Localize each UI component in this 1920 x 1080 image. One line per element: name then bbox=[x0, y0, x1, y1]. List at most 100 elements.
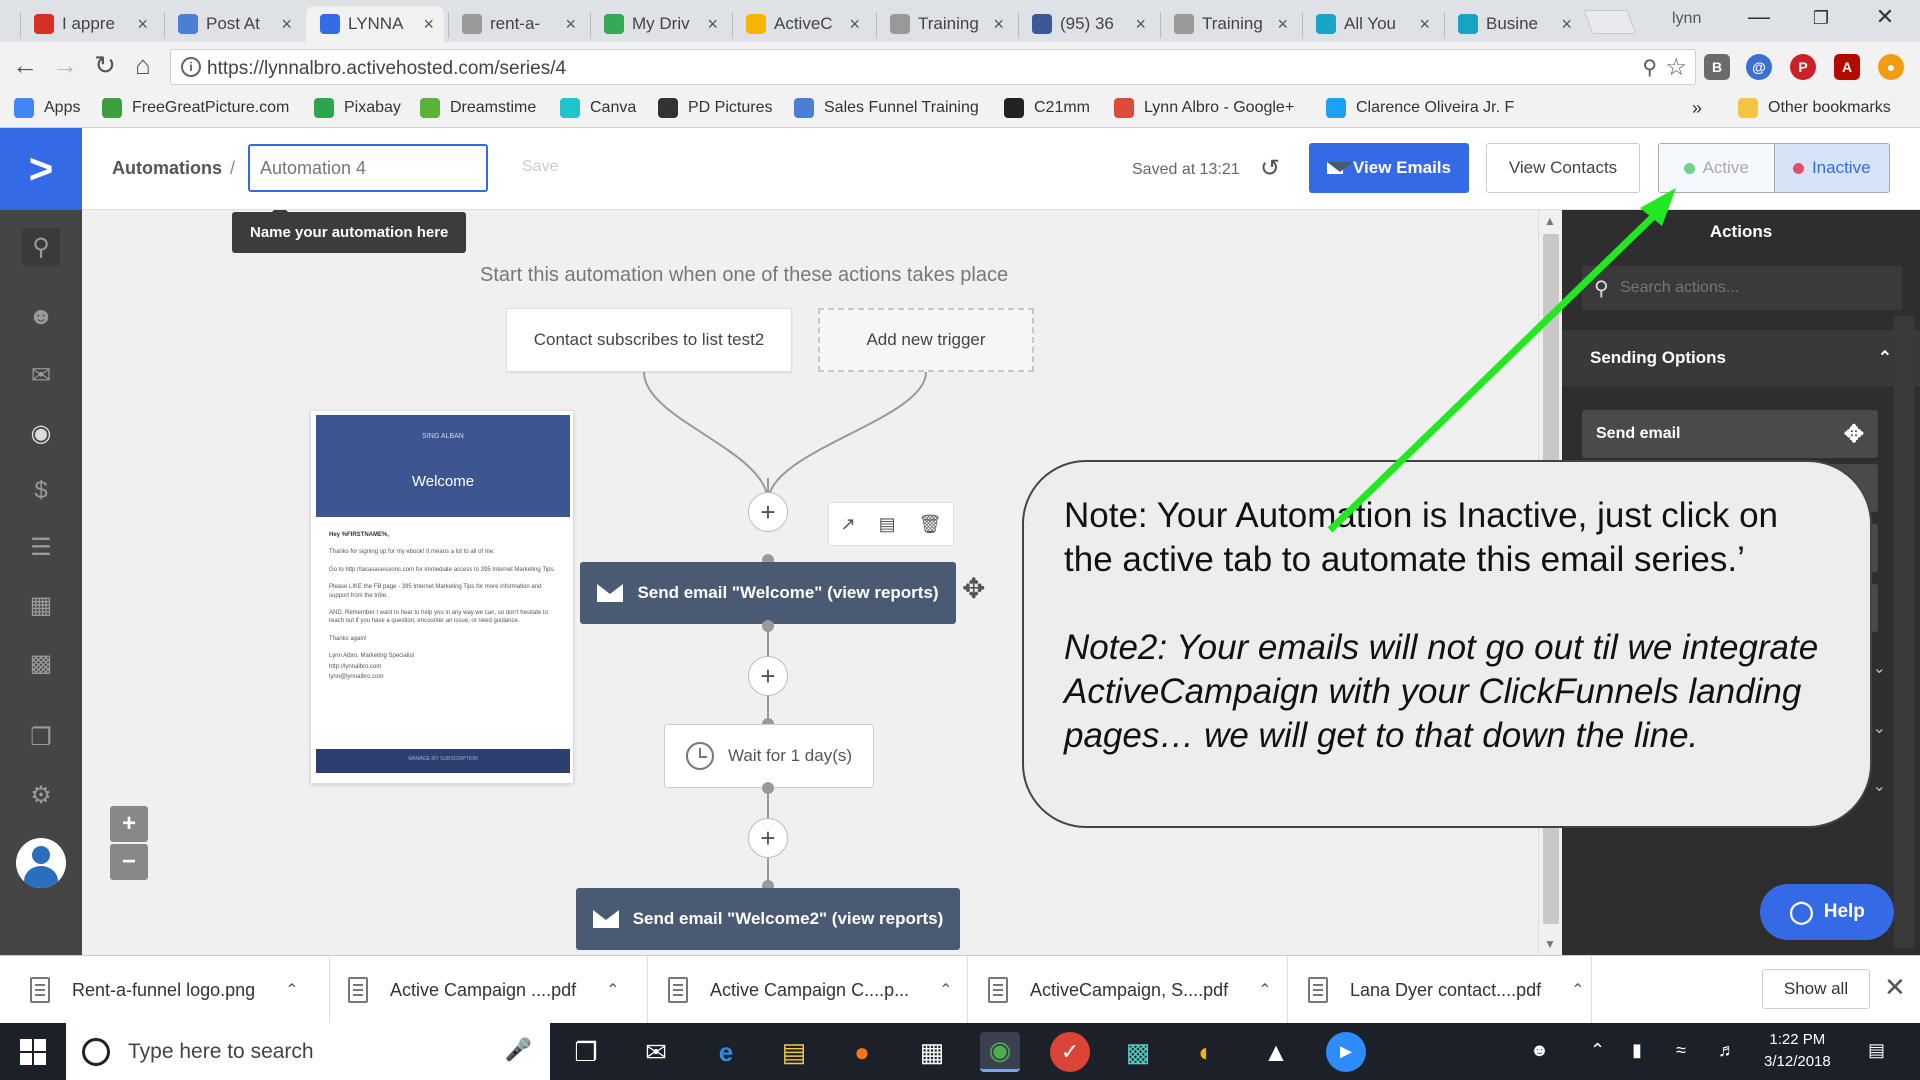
close-tab-icon[interactable]: × bbox=[1561, 14, 1572, 35]
wifi-icon[interactable]: ≈ bbox=[1676, 1040, 1686, 1061]
other-bookmarks[interactable]: Other bookmarks bbox=[1738, 98, 1891, 118]
show-all-downloads-button[interactable]: Show all bbox=[1762, 969, 1870, 1009]
browser-tab[interactable]: (95) 36 × bbox=[1018, 6, 1156, 42]
chevron-down-icon[interactable]: ⌄ bbox=[1873, 718, 1886, 738]
view-emails-button[interactable]: View Emails bbox=[1309, 143, 1469, 193]
save-button[interactable]: Save bbox=[522, 158, 558, 176]
browser-tab[interactable]: All You × bbox=[1302, 6, 1440, 42]
lists-icon[interactable]: ☰ bbox=[22, 528, 60, 566]
deals-icon[interactable]: $ bbox=[22, 472, 60, 510]
profile-name[interactable]: lynn bbox=[1672, 10, 1701, 28]
send-email-welcome-step[interactable]: Send email "Welcome" (view reports) bbox=[580, 562, 956, 624]
zoom-app-icon[interactable]: ► bbox=[1326, 1032, 1366, 1072]
view-contacts-button[interactable]: View Contacts bbox=[1486, 143, 1640, 193]
zoom-icon[interactable]: ⚲ bbox=[1642, 55, 1657, 80]
copy-icon[interactable]: ▤ bbox=[879, 514, 896, 535]
close-tab-icon[interactable]: × bbox=[1277, 14, 1288, 35]
download-item[interactable]: Rent-a-funnel logo.png ⌃ bbox=[30, 956, 330, 1024]
system-clock[interactable]: 1:22 PM 3/12/2018 bbox=[1764, 1029, 1831, 1073]
bookmark-item[interactable]: FreeGreatPicture.com bbox=[102, 98, 289, 118]
microphone-icon[interactable]: 🎤 bbox=[505, 1037, 532, 1063]
chevron-up-icon[interactable]: ⌃ bbox=[1258, 980, 1271, 1000]
activecampaign-logo-icon[interactable]: > bbox=[0, 128, 82, 210]
close-tab-icon[interactable]: × bbox=[849, 14, 860, 35]
close-tab-icon[interactable]: × bbox=[1135, 14, 1146, 35]
reload-icon[interactable]: ↻ bbox=[88, 50, 122, 81]
restore-icon[interactable]: ❐ bbox=[1796, 8, 1846, 29]
close-tab-icon[interactable]: × bbox=[565, 14, 576, 35]
scroll-up-icon[interactable]: ▲ bbox=[1544, 214, 1556, 228]
bookmark-item[interactable]: Canva bbox=[560, 98, 636, 118]
history-icon[interactable]: ↺ bbox=[1260, 154, 1280, 183]
download-item[interactable]: Active Campaign C....p... ⌃ bbox=[668, 956, 968, 1024]
panel-scrollbar[interactable] bbox=[1894, 316, 1914, 948]
bookmark-item[interactable]: Dreamstime bbox=[420, 98, 536, 118]
browser-tab[interactable]: LYNNA × bbox=[306, 6, 444, 42]
mail-icon[interactable]: ✉ bbox=[636, 1032, 676, 1072]
settings-gear-icon[interactable]: ⚙ bbox=[22, 776, 60, 814]
file-explorer-icon[interactable]: ▤ bbox=[774, 1032, 814, 1072]
automation-name-input[interactable] bbox=[248, 144, 488, 192]
campaigns-icon[interactable]: ✉ bbox=[22, 356, 60, 394]
browser-tab[interactable]: Training × bbox=[1160, 6, 1298, 42]
notifications-icon[interactable]: ▤ bbox=[1868, 1040, 1885, 1061]
chevron-up-icon[interactable]: ⌃ bbox=[1590, 1040, 1605, 1061]
todoist-icon[interactable]: ✓ bbox=[1050, 1032, 1090, 1072]
close-tab-icon[interactable]: × bbox=[137, 14, 148, 35]
add-trigger-button[interactable]: Add new trigger bbox=[818, 308, 1034, 372]
bookmark-item[interactable]: Apps bbox=[14, 98, 80, 118]
store-icon[interactable]: ▦ bbox=[912, 1032, 952, 1072]
close-window-icon[interactable]: ✕ bbox=[1860, 4, 1910, 30]
automations-icon[interactable]: ◉ bbox=[22, 414, 60, 452]
actions-search[interactable]: ⚲ bbox=[1582, 266, 1902, 310]
download-item[interactable]: Lana Dyer contact....pdf ⌃ bbox=[1308, 956, 1592, 1024]
extension-icon[interactable]: ● bbox=[1878, 54, 1904, 80]
wait-step[interactable]: Wait for 1 day(s) bbox=[664, 724, 874, 788]
browser-tab[interactable]: I appre × bbox=[20, 6, 158, 42]
trigger-contact-subscribes[interactable]: Contact subscribes to list test2 bbox=[506, 308, 792, 372]
url-text[interactable]: https://lynnalbro.activehosted.com/serie… bbox=[207, 58, 566, 80]
drag-move-icon[interactable]: ✥ bbox=[1844, 420, 1864, 449]
close-tab-icon[interactable]: × bbox=[993, 14, 1004, 35]
download-item[interactable]: Active Campaign ....pdf ⌃ bbox=[348, 956, 648, 1024]
send-email-welcome2-step[interactable]: Send email "Welcome2" (view reports) bbox=[576, 888, 960, 950]
browser-tab[interactable]: ActiveC × bbox=[732, 6, 870, 42]
search-icon[interactable]: ⚲ bbox=[22, 228, 60, 266]
browser-tab[interactable]: Busine × bbox=[1444, 6, 1582, 42]
info-icon[interactable]: i bbox=[181, 57, 201, 77]
more-bookmarks-icon[interactable]: » bbox=[1692, 98, 1702, 119]
breadcrumb-automations[interactable]: Automations bbox=[112, 158, 222, 179]
battery-icon[interactable]: ▮ bbox=[1632, 1040, 1642, 1061]
forms-icon[interactable]: ▦ bbox=[22, 586, 60, 624]
apps-icon[interactable]: ❐ bbox=[22, 718, 60, 756]
windows-start-icon[interactable] bbox=[20, 1039, 46, 1065]
zoom-in-button[interactable]: + bbox=[110, 806, 148, 842]
volume-icon[interactable]: ♬ bbox=[1718, 1040, 1736, 1061]
home-icon[interactable]: ⌂ bbox=[126, 50, 160, 81]
add-step-icon[interactable]: + bbox=[748, 656, 788, 696]
close-tab-icon[interactable]: × bbox=[281, 14, 292, 35]
firefox-icon[interactable]: ● bbox=[842, 1032, 882, 1072]
bookmark-item[interactable]: Pixabay bbox=[314, 98, 401, 118]
browser-tab[interactable]: Post At × bbox=[164, 6, 302, 42]
close-tab-icon[interactable]: × bbox=[707, 14, 718, 35]
sending-options-section[interactable]: Sending Options ⌃ bbox=[1562, 330, 1920, 386]
app-icon[interactable]: ◐ bbox=[1186, 1032, 1226, 1072]
bookmark-item[interactable]: Clarence Oliveira Jr. F bbox=[1326, 98, 1514, 118]
bookmark-item[interactable]: Lynn Albro - Google+ bbox=[1114, 98, 1294, 118]
browser-tab[interactable]: rent-a- × bbox=[448, 6, 586, 42]
address-bar[interactable]: i https://lynnalbro.activehosted.com/ser… bbox=[170, 49, 1696, 85]
actions-search-input[interactable] bbox=[1620, 274, 1890, 302]
reports-icon[interactable]: ▩ bbox=[22, 644, 60, 682]
people-icon[interactable]: ☻ bbox=[1530, 1040, 1549, 1061]
open-external-icon[interactable]: ↗ bbox=[841, 514, 856, 535]
extension-icon[interactable]: @ bbox=[1746, 54, 1772, 80]
download-item[interactable]: ActiveCampaign, S....pdf ⌃ bbox=[988, 956, 1288, 1024]
browser-tab[interactable]: Training × bbox=[876, 6, 1014, 42]
add-step-icon[interactable]: + bbox=[748, 492, 788, 532]
close-tab-icon[interactable]: × bbox=[423, 14, 434, 35]
zoom-out-button[interactable]: − bbox=[110, 844, 148, 880]
forward-icon[interactable]: → bbox=[48, 50, 82, 81]
app-icon[interactable]: ▩ bbox=[1118, 1032, 1158, 1072]
pinterest-icon[interactable]: P bbox=[1790, 54, 1816, 80]
